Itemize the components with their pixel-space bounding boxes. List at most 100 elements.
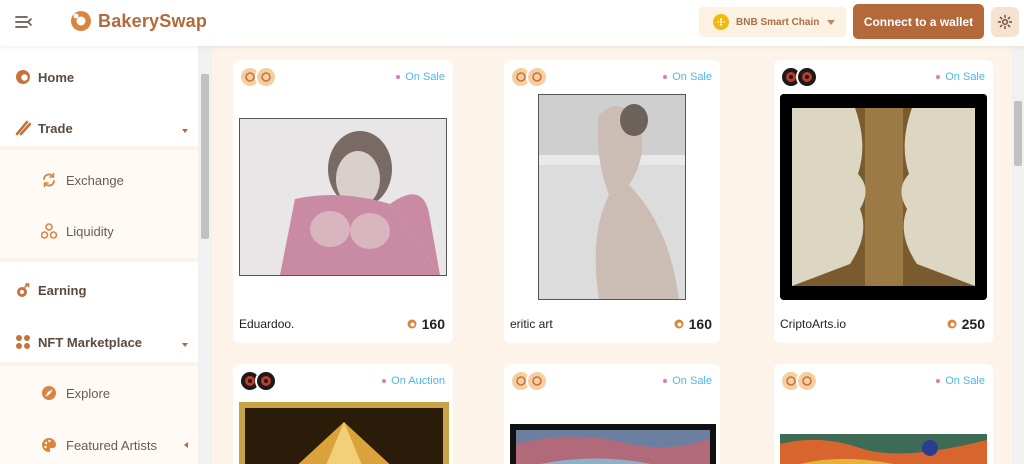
chevron-down-icon (827, 19, 836, 25)
sidebar-item-home[interactable]: Home (0, 64, 198, 90)
nft-image[interactable] (538, 94, 686, 300)
nft-image[interactable] (239, 402, 449, 464)
top-header: BakerySwap BNB Smart Chain Connect to a … (0, 0, 1024, 46)
bakery-token-icon (947, 319, 957, 329)
sidebar-item-featured-artists[interactable]: Featured Artists (0, 432, 198, 458)
nft-card[interactable]: On Sale (774, 364, 993, 464)
status-text: On Sale (945, 375, 985, 387)
owner-avatars[interactable] (239, 370, 277, 392)
avatar[interactable] (796, 370, 818, 392)
bakery-logo-icon (71, 11, 91, 31)
brand-name: BakerySwap (98, 10, 208, 31)
avatar[interactable] (255, 66, 277, 88)
nft-marketplace-icon (16, 335, 30, 349)
sidebar-item-exchange[interactable]: Exchange (0, 167, 198, 193)
status-dot (382, 379, 387, 383)
status-dot (936, 379, 941, 383)
chevron-left-icon (184, 442, 188, 448)
sidebar-item-label: Liquidity (66, 223, 114, 239)
sidebar-item-liquidity[interactable]: Liquidity (0, 218, 198, 244)
explore-icon (42, 386, 56, 400)
earning-icon (17, 283, 30, 297)
exchange-icon (43, 172, 55, 188)
home-icon (16, 70, 30, 84)
divider (0, 258, 198, 262)
owner-avatars[interactable] (780, 370, 818, 392)
sidebar-item-nft-marketplace[interactable]: NFT Marketplace (0, 329, 198, 355)
price-value: 160 (421, 316, 445, 332)
nft-card[interactable]: On Sale (504, 364, 720, 464)
avatar[interactable] (796, 66, 818, 88)
owner-avatars[interactable] (510, 370, 548, 392)
status-dot (396, 75, 401, 79)
artist-name[interactable]: CriptoArts.io (780, 317, 846, 331)
sidebar-item-label: Trade (38, 120, 73, 136)
owner-avatars[interactable] (239, 66, 277, 88)
main-scrollbar[interactable] (1012, 46, 1024, 464)
bnb-icon (713, 14, 729, 30)
owner-avatars[interactable] (510, 66, 548, 88)
sidebar-item-label: Featured Artists (66, 437, 158, 453)
bakery-token-icon (407, 319, 417, 329)
gear-icon (997, 14, 1013, 30)
sidebar-item-label: Home (38, 69, 75, 85)
nft-card[interactable]: On Sale eritic art 160 (504, 60, 720, 343)
menu-collapse-icon[interactable] (14, 12, 34, 32)
nft-card[interactable]: On Auction (233, 364, 453, 464)
palette-icon (42, 438, 56, 452)
trade-icon (15, 120, 31, 136)
status-badge: On Sale (663, 71, 712, 83)
sidebar: Home Trade Exchange Liquidity Earning NF… (0, 46, 198, 464)
price: 160 (674, 316, 712, 332)
bakery-token-icon (674, 319, 684, 329)
status-badge: On Sale (936, 375, 985, 387)
nft-image[interactable] (780, 94, 987, 300)
network-selector[interactable]: BNB Smart Chain (699, 7, 846, 37)
status-badge: On Auction (382, 375, 445, 387)
chevron-down-icon (182, 129, 188, 133)
avatar[interactable] (526, 66, 548, 88)
status-dot (936, 75, 941, 79)
sidebar-item-label: Explore (66, 385, 111, 401)
scrollbar-thumb[interactable] (1014, 101, 1022, 166)
sidebar-item-label: Earning (38, 282, 87, 298)
sidebar-item-label: Exchange (66, 172, 124, 188)
status-text: On Sale (672, 375, 712, 387)
status-text: On Sale (945, 71, 985, 83)
sidebar-scrollbar[interactable] (198, 46, 212, 464)
price: 250 (947, 316, 985, 332)
connect-wallet-button[interactable]: Connect to a wallet (853, 4, 984, 39)
price: 160 (407, 316, 445, 332)
sidebar-item-label: NFT Marketplace (38, 334, 143, 350)
chevron-down-icon (182, 343, 188, 347)
divider (0, 362, 198, 366)
artist-name[interactable]: Eduardoo. (239, 317, 294, 331)
status-badge: On Sale (936, 71, 985, 83)
sidebar-item-earning[interactable]: Earning (0, 277, 198, 303)
settings-button[interactable] (991, 7, 1019, 37)
nft-image[interactable] (239, 118, 447, 276)
nft-card[interactable]: On Sale Eduardoo. 160 (233, 60, 453, 343)
status-text: On Sale (672, 71, 712, 83)
avatar[interactable] (526, 370, 548, 392)
sidebar-item-explore[interactable]: Explore (0, 380, 198, 406)
scrollbar-thumb[interactable] (201, 74, 209, 239)
nft-image[interactable] (510, 424, 716, 464)
status-text: On Auction (391, 375, 445, 387)
nft-card[interactable]: On Sale CriptoArts.io 250 (774, 60, 993, 343)
price-value: 250 (961, 316, 985, 332)
nft-grid: On Sale Eduardoo. 160 On Sale eritic art… (212, 46, 1012, 464)
status-dot (663, 379, 668, 383)
brand-logo[interactable]: BakerySwap (70, 10, 207, 32)
artist-name[interactable]: eritic art (510, 317, 553, 331)
nft-image[interactable] (780, 434, 987, 464)
network-label: BNB Smart Chain (736, 16, 820, 28)
status-dot (663, 75, 668, 79)
owner-avatars[interactable] (780, 66, 818, 88)
sidebar-item-trade[interactable]: Trade (0, 115, 198, 141)
divider (0, 146, 198, 150)
status-text: On Sale (405, 71, 445, 83)
avatar[interactable] (255, 370, 277, 392)
price-value: 160 (688, 316, 712, 332)
liquidity-icon (41, 223, 57, 239)
